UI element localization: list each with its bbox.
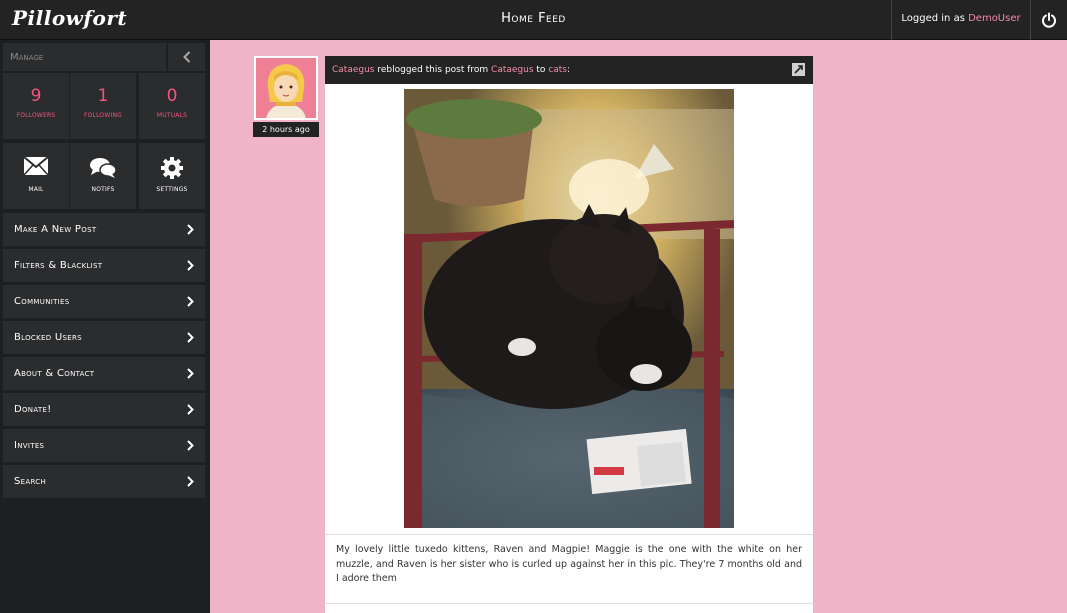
mutuals-stat[interactable]: 0 mutuals xyxy=(139,73,205,139)
followers-count: 9 xyxy=(30,86,42,106)
top-bar: Pillowfort Home Feed Logged in as DemoUs… xyxy=(0,0,1067,40)
collapse-sidebar-button[interactable] xyxy=(168,43,205,71)
menu-label: Filters & Blacklist xyxy=(14,260,103,271)
settings-button[interactable]: settings xyxy=(139,143,205,209)
menu-donate[interactable]: Donate! xyxy=(3,393,205,426)
gear-icon xyxy=(161,157,183,179)
chevron-right-icon xyxy=(187,404,194,415)
menu-search[interactable]: Search xyxy=(3,465,205,498)
manage-dropdown[interactable]: Manage xyxy=(3,43,166,71)
following-count: 1 xyxy=(97,86,109,106)
logout-button[interactable] xyxy=(1031,0,1067,40)
post-footer-divider xyxy=(325,603,813,604)
menu-label: Donate! xyxy=(14,404,52,415)
notifs-label: notifs xyxy=(91,184,115,193)
menu-filters-blacklist[interactable]: Filters & Blacklist xyxy=(3,249,205,282)
post-timestamp[interactable]: 2 hours ago xyxy=(253,122,319,137)
post-header: Cataegus reblogged this post from Cataeg… xyxy=(325,56,813,84)
to-text: to xyxy=(533,65,549,75)
chevron-right-icon xyxy=(187,224,194,235)
author-link[interactable]: Cataegus xyxy=(332,65,375,75)
chevron-right-icon xyxy=(187,476,194,487)
post-divider xyxy=(325,534,813,535)
notifications-button[interactable]: notifs xyxy=(70,143,136,209)
mail-button[interactable]: mail xyxy=(3,143,69,209)
username-link[interactable]: DemoUser xyxy=(968,13,1021,24)
post-body: My lovely little tuxedo kittens, Raven a… xyxy=(336,544,802,584)
chevron-right-icon xyxy=(187,260,194,271)
expand-icon xyxy=(792,63,805,76)
menu-label: Blocked Users xyxy=(14,332,82,343)
header-colon: : xyxy=(567,65,571,75)
chat-bubbles-icon xyxy=(90,158,117,178)
menu-label: Search xyxy=(14,476,47,487)
reblog-text: reblogged this post from xyxy=(374,65,492,75)
menu-about-contact[interactable]: About & Contact xyxy=(3,357,205,390)
chevron-right-icon xyxy=(187,440,194,451)
cats-photo xyxy=(404,89,734,528)
followers-stat[interactable]: 9 followers xyxy=(3,73,69,139)
mail-label: mail xyxy=(28,184,44,193)
manage-row: Manage xyxy=(3,43,205,71)
chevron-right-icon xyxy=(187,368,194,379)
chevron-right-icon xyxy=(187,332,194,343)
login-status: Logged in as DemoUser xyxy=(891,0,1031,40)
source-author-link[interactable]: Cataegus xyxy=(491,65,534,75)
followers-label: followers xyxy=(16,110,56,119)
chevron-left-icon xyxy=(182,51,190,63)
menu-label: Communities xyxy=(14,296,70,307)
post-photo[interactable] xyxy=(404,89,734,528)
menu-label: Make A New Post xyxy=(14,224,97,235)
power-icon xyxy=(1042,12,1056,28)
pillowfort-logo[interactable]: Pillowfort xyxy=(12,6,127,30)
menu-make-new-post[interactable]: Make A New Post xyxy=(3,213,205,246)
expand-post-button[interactable] xyxy=(792,63,805,76)
post-card: Cataegus reblogged this post from Cataeg… xyxy=(325,56,813,613)
menu-communities[interactable]: Communities xyxy=(3,285,205,318)
following-label: following xyxy=(83,110,122,119)
avatar-illustration xyxy=(256,58,316,118)
chevron-right-icon xyxy=(187,296,194,307)
following-stat[interactable]: 1 following xyxy=(70,73,136,139)
mutuals-label: mutuals xyxy=(156,110,188,119)
settings-label: settings xyxy=(156,184,188,193)
author-avatar[interactable] xyxy=(254,56,318,120)
menu-label: Invites xyxy=(14,440,45,451)
envelope-icon xyxy=(24,157,48,175)
community-link[interactable]: cats xyxy=(548,65,567,75)
menu-invites[interactable]: Invites xyxy=(3,429,205,462)
mutuals-count: 0 xyxy=(166,86,178,106)
login-prefix: Logged in as xyxy=(901,13,969,24)
menu-blocked-users[interactable]: Blocked Users xyxy=(3,321,205,354)
menu-label: About & Contact xyxy=(14,368,95,379)
